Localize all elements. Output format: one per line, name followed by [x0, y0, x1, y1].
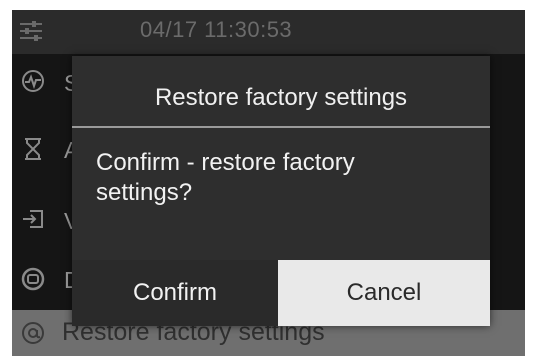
sign-in-icon: [20, 206, 46, 232]
waveform-icon: [20, 68, 46, 94]
confirm-button[interactable]: Confirm: [72, 260, 278, 326]
dialog-divider: [72, 126, 490, 128]
sliders-icon[interactable]: [18, 18, 44, 44]
confirm-dialog: Restore factory settings Confirm - resto…: [72, 56, 490, 326]
device-screen: 04/17 11:30:53 S A: [12, 10, 525, 356]
at-sign-icon: [20, 320, 46, 346]
hourglass-icon: [20, 136, 46, 162]
shield-icon: [20, 266, 46, 292]
status-bar: 04/17 11:30:53: [12, 10, 525, 54]
cancel-button[interactable]: Cancel: [278, 260, 490, 326]
dialog-message: Confirm - restore factory settings?: [96, 149, 355, 206]
datetime-display: 04/17 11:30:53: [140, 17, 293, 42]
dialog-title: Restore factory settings: [154, 84, 408, 111]
